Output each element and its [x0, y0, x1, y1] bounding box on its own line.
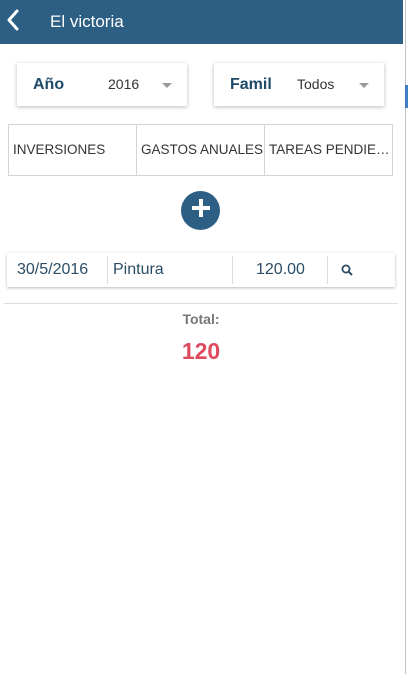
- family-select-value: Todos: [297, 76, 335, 92]
- page-title: El victoria: [50, 12, 124, 31]
- entry-amount: 120.00: [256, 261, 305, 278]
- top-app-bar: El victoria: [0, 0, 403, 44]
- entry-description: Pintura: [113, 261, 164, 278]
- table-row[interactable]: 30/5/2016 Pintura 120.00: [7, 253, 395, 287]
- entry-date: 30/5/2016: [17, 261, 89, 278]
- cell-divider: [232, 256, 233, 284]
- total-label: Total:: [182, 311, 220, 327]
- tab-gastos-anuales[interactable]: GASTOS ANUALES: [137, 125, 265, 175]
- chevron-down-icon: [359, 83, 369, 88]
- entry-search-button[interactable]: [341, 253, 353, 287]
- back-button[interactable]: [0, 6, 26, 38]
- total-value: 120: [181, 338, 221, 364]
- year-select-label: Año: [33, 76, 65, 93]
- search-icon: [341, 261, 353, 278]
- cell-divider: [327, 256, 328, 284]
- tab-inversiones[interactable]: INVERSIONES: [9, 125, 137, 175]
- family-select-label: Famil: [230, 76, 272, 93]
- cell-divider: [107, 256, 108, 284]
- tab-tareas-pendientes[interactable]: TAREAS PENDIENTES: [265, 125, 392, 175]
- chevron-left-icon: [6, 9, 20, 36]
- plus-icon: [190, 197, 212, 224]
- section-divider: [4, 303, 398, 304]
- family-select[interactable]: Famil Todos: [214, 63, 384, 106]
- year-select[interactable]: Año 2016: [17, 63, 187, 106]
- year-select-value: 2016: [108, 76, 140, 92]
- chevron-down-icon: [162, 83, 172, 88]
- add-entry-button[interactable]: [181, 191, 220, 230]
- category-tabs: INVERSIONES GASTOS ANUALES TAREAS PENDIE…: [8, 124, 393, 176]
